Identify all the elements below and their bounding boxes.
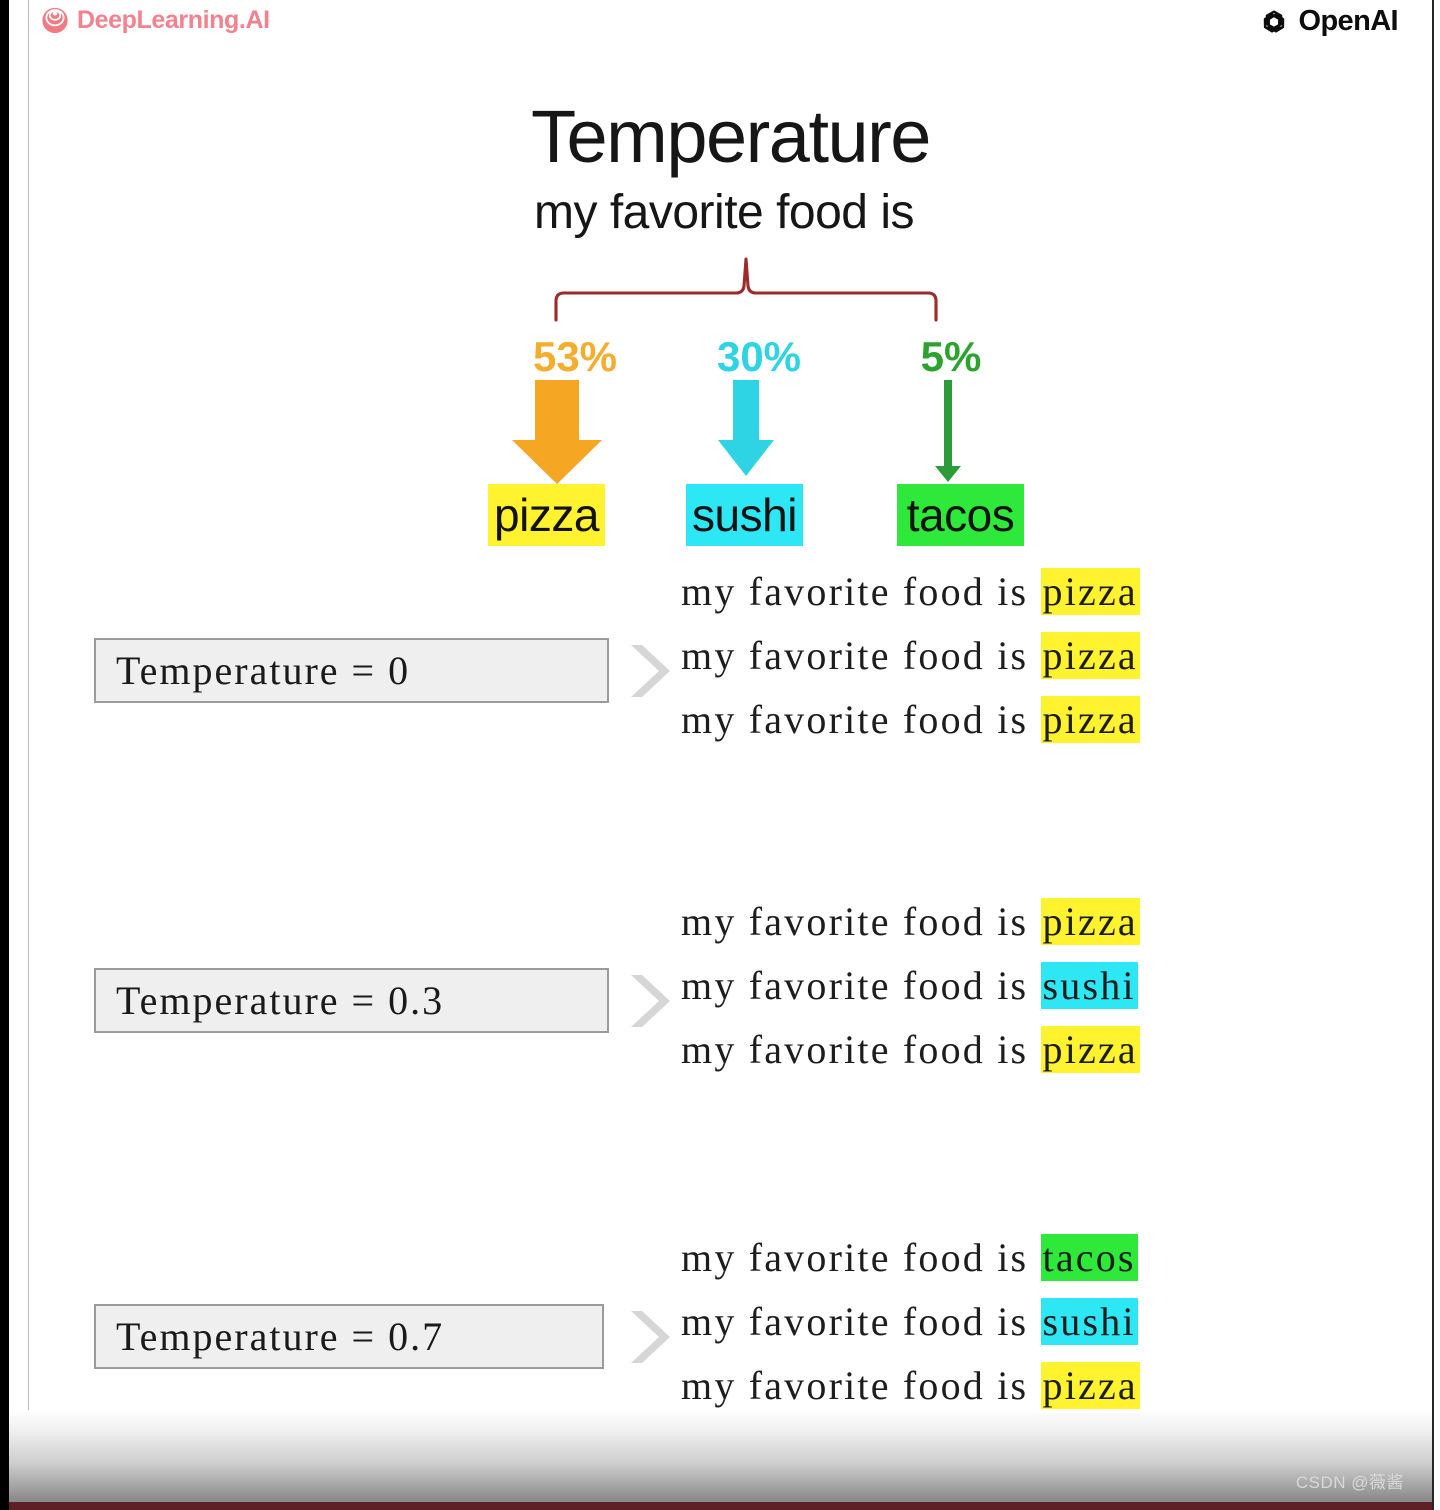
temperature-chip-03[interactable]: Temperature = 0.3 [94, 968, 609, 1033]
arrow-tacos [935, 380, 961, 482]
output-prefix: my favorite food is [681, 697, 1041, 742]
output-token: pizza [1040, 632, 1140, 679]
chevron-right-icon [631, 975, 670, 1027]
output-token: sushi [1040, 962, 1138, 1009]
deeplearning-ai-logo: DeepLearning.AI [40, 5, 270, 35]
page-title: Temperature [531, 95, 931, 178]
output-prefix: my favorite food is [681, 899, 1041, 944]
arrow-sushi [718, 380, 774, 476]
probability-label-tacos: 5% [920, 333, 982, 380]
temperature-chip-07[interactable]: Temperature = 0.7 [94, 1304, 604, 1369]
deeplearning-ai-spiral-icon [40, 5, 70, 35]
probability-label-sushi: 30% [716, 333, 802, 380]
output-token: pizza [1040, 1362, 1140, 1409]
deeplearning-ai-wordmark: DeepLearning.AI [77, 5, 270, 34]
token-box-sushi: sushi [686, 484, 803, 546]
output-list-03: my favorite food is pizza my favorite fo… [681, 890, 1421, 1082]
output-line: my favorite food is sushi [681, 1290, 1421, 1354]
output-prefix: my favorite food is [681, 1299, 1041, 1344]
output-line: my favorite food is tacos [681, 1226, 1421, 1290]
output-prefix: my favorite food is [681, 569, 1041, 614]
csdn-watermark: CSDN @薇酱 [1295, 1473, 1404, 1492]
token-box-pizza: pizza [488, 484, 605, 546]
output-token: pizza [1040, 696, 1140, 743]
output-list-07: my favorite food is tacos my favorite fo… [681, 1226, 1421, 1418]
chevron-right-icon [631, 1311, 670, 1363]
chevron-right-icon [631, 645, 670, 697]
token-box-tacos: tacos [897, 484, 1024, 546]
output-line: my favorite food is pizza [681, 1018, 1421, 1082]
output-prefix: my favorite food is [681, 1235, 1041, 1280]
output-token: tacos [1040, 1234, 1138, 1281]
openai-logo: OpenAI [1258, 5, 1399, 38]
output-line: my favorite food is pizza [681, 624, 1421, 688]
output-prefix: my favorite food is [681, 633, 1041, 678]
distribution-brace [554, 257, 938, 322]
output-line: my favorite food is sushi [681, 954, 1421, 1018]
left-black-gutter [0, 0, 9, 1510]
temperature-chip-0[interactable]: Temperature = 0 [94, 638, 609, 703]
arrow-pizza [512, 380, 602, 484]
probability-arrows [512, 380, 961, 484]
openai-blossom-icon [1258, 6, 1290, 38]
bottom-fade-bar [9, 1410, 1432, 1506]
output-line: my favorite food is pizza [681, 890, 1421, 954]
bottom-accent-line [9, 1502, 1432, 1510]
output-prefix: my favorite food is [681, 1363, 1041, 1408]
output-token: sushi [1040, 1298, 1138, 1345]
output-token: pizza [1040, 568, 1140, 615]
output-line: my favorite food is pizza [681, 560, 1421, 624]
slide-screenshot: DeepLearning.AI OpenAI Temperature my fa… [0, 0, 1440, 1510]
output-token: pizza [1040, 1026, 1140, 1073]
probability-label-pizza: 53% [532, 333, 618, 380]
output-prefix: my favorite food is [681, 1027, 1041, 1072]
output-line: my favorite food is pizza [681, 688, 1421, 752]
output-list-0: my favorite food is pizza my favorite fo… [681, 560, 1421, 752]
slide-canvas: DeepLearning.AI OpenAI Temperature my fa… [29, 0, 1432, 1433]
prompt-subtitle: my favorite food is [534, 186, 914, 239]
openai-wordmark: OpenAI [1298, 5, 1398, 37]
slide-right-border [1432, 0, 1434, 1510]
output-prefix: my favorite food is [681, 963, 1041, 1008]
output-token: pizza [1040, 898, 1140, 945]
output-line: my favorite food is pizza [681, 1354, 1421, 1418]
